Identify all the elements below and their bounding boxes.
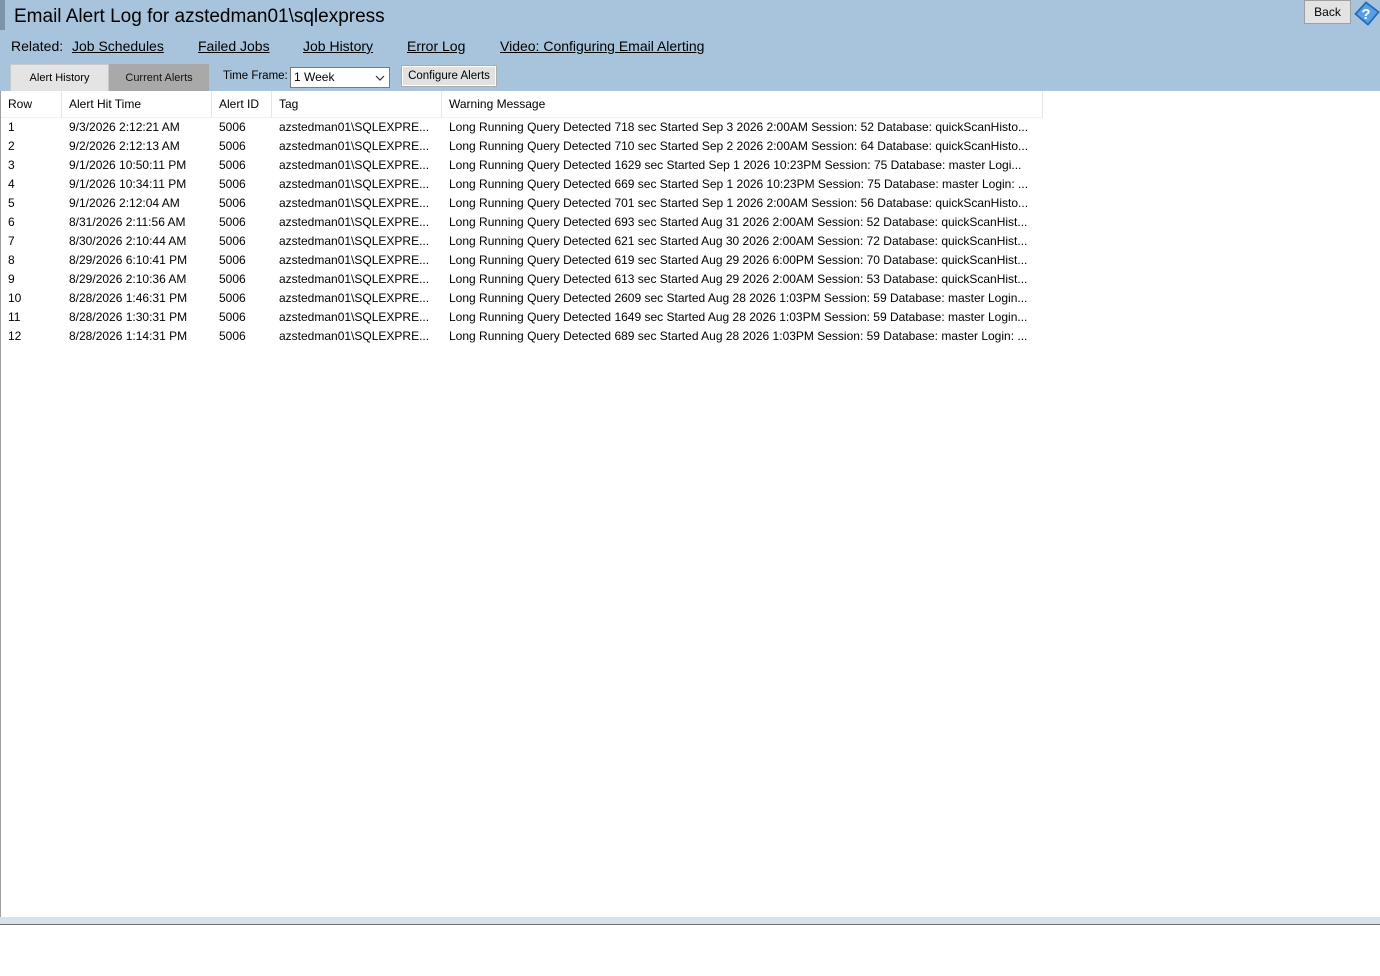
column-header-alert-hit-time[interactable]: Alert Hit Time xyxy=(62,91,212,118)
tag-cell: azstedman01\SQLEXPRE... xyxy=(279,139,430,153)
row-number-cell: 10 xyxy=(8,291,22,305)
warning-message-cell: Long Running Query Detected 1629 sec Sta… xyxy=(449,158,1022,172)
link-error-log[interactable]: Error Log xyxy=(407,38,465,54)
link-job-history[interactable]: Job History xyxy=(303,38,373,54)
warning-message-cell: Long Running Query Detected 2609 sec Sta… xyxy=(449,291,1028,305)
table-row[interactable]: 10 8/28/2026 1:46:31 PM 5006 azstedman01\SQ… xyxy=(1,289,1043,308)
warning-message-cell: Long Running Query Detected 693 sec Star… xyxy=(449,215,1028,229)
row-number-cell: 12 xyxy=(8,329,22,343)
help-question-icon[interactable]: ? xyxy=(1352,0,1380,26)
alert-id-cell: 5006 xyxy=(219,253,246,267)
tag-cell: azstedman01\SQLEXPRE... xyxy=(279,310,430,324)
column-header-warning-message[interactable]: Warning Message xyxy=(442,91,1043,118)
alert-hit-time-cell: 9/3/2026 2:12:21 AM xyxy=(69,120,180,134)
alert-hit-time-cell: 8/30/2026 2:10:44 AM xyxy=(69,234,187,248)
page-title: Email Alert Log for azstedman01\sqlexpre… xyxy=(14,6,385,27)
warning-message-cell: Long Running Query Detected 613 sec Star… xyxy=(449,272,1028,286)
table-row[interactable]: 1 9/3/2026 2:12:21 AM 5006 azstedman01\SQLE… xyxy=(1,118,1043,137)
alert-hit-time-cell: 9/1/2026 10:50:11 PM xyxy=(69,158,187,172)
time-frame-label: Time Frame: xyxy=(223,70,288,82)
alert-id-cell: 5006 xyxy=(219,291,246,305)
warning-message-cell: Long Running Query Detected 619 sec Star… xyxy=(449,253,1028,267)
alert-hit-time-cell: 8/28/2026 1:46:31 PM xyxy=(69,291,188,305)
row-number-cell: 3 xyxy=(8,158,15,172)
tag-cell: azstedman01\SQLEXPRE... xyxy=(279,215,430,229)
tag-cell: azstedman01\SQLEXPRE... xyxy=(279,120,430,134)
warning-message-cell: Long Running Query Detected 669 sec Star… xyxy=(449,177,1029,191)
warning-message-cell: Long Running Query Detected 710 sec Star… xyxy=(449,139,1029,153)
link-video-email-alerting[interactable]: Video: Configuring Email Alerting xyxy=(500,38,704,54)
alert-id-cell: 5006 xyxy=(219,234,246,248)
alert-id-cell: 5006 xyxy=(219,158,246,172)
table-row[interactable]: 11 8/28/2026 1:30:31 PM 5006 azstedman01\SQ… xyxy=(1,308,1043,327)
tag-cell: azstedman01\SQLEXPRE... xyxy=(279,329,430,343)
table-row[interactable]: 8 8/29/2026 6:10:41 PM 5006 azstedman01\SQL… xyxy=(1,251,1043,270)
alert-id-cell: 5006 xyxy=(219,177,246,191)
tag-cell: azstedman01\SQLEXPRE... xyxy=(279,253,430,267)
tag-cell: azstedman01\SQLEXPRE... xyxy=(279,291,430,305)
svg-text:?: ? xyxy=(1361,6,1370,23)
tag-cell: azstedman01\SQLEXPRE... xyxy=(279,272,430,286)
column-header-row[interactable]: Row xyxy=(1,91,62,118)
tag-cell: azstedman01\SQLEXPRE... xyxy=(279,196,430,210)
table-row[interactable]: 12 8/28/2026 1:14:31 PM 5006 azstedman01\SQ… xyxy=(1,327,1043,346)
alert-hit-time-cell: 9/2/2026 2:12:13 AM xyxy=(69,139,180,153)
title-accent-bar xyxy=(0,0,5,30)
table-row[interactable]: 3 9/1/2026 10:50:11 PM 5006 azstedman01\SQL… xyxy=(1,156,1043,175)
row-number-cell: 7 xyxy=(8,234,15,248)
alert-hit-time-cell: 8/31/2026 2:11:56 AM xyxy=(69,215,186,229)
table-row[interactable]: 6 8/31/2026 2:11:56 AM 5006 azstedman01\SQL… xyxy=(1,213,1043,232)
column-header-alert-id[interactable]: Alert ID xyxy=(212,91,272,118)
table-row[interactable]: 4 9/1/2026 10:34:11 PM 5006 azstedman01\SQL… xyxy=(1,175,1043,194)
warning-message-cell: Long Running Query Detected 689 sec Star… xyxy=(449,329,1028,343)
alert-log-grid[interactable]: Row Alert Hit Time Alert ID Tag Warning … xyxy=(0,91,1380,917)
chevron-down-icon xyxy=(375,75,385,81)
row-number-cell: 1 xyxy=(8,120,15,134)
alert-id-cell: 5006 xyxy=(219,310,246,324)
link-job-schedules[interactable]: Job Schedules xyxy=(72,38,164,54)
row-number-cell: 8 xyxy=(8,253,15,267)
alert-id-cell: 5006 xyxy=(219,196,246,210)
warning-message-cell: Long Running Query Detected 718 sec Star… xyxy=(449,120,1029,134)
back-button[interactable]: Back xyxy=(1304,0,1351,24)
alert-id-cell: 5006 xyxy=(219,329,246,343)
related-label: Related: xyxy=(11,38,64,54)
row-number-cell: 4 xyxy=(8,177,15,191)
table-row[interactable]: 7 8/30/2026 2:10:44 AM 5006 azstedman01\SQL… xyxy=(1,232,1043,251)
header-panel: Email Alert Log for azstedman01\sqlexpre… xyxy=(0,0,1380,91)
row-number-cell: 2 xyxy=(8,139,15,153)
time-frame-value: 1 Week xyxy=(294,70,335,84)
alert-id-cell: 5006 xyxy=(219,139,246,153)
tag-cell: azstedman01\SQLEXPRE... xyxy=(279,177,430,191)
warning-message-cell: Long Running Query Detected 1649 sec Sta… xyxy=(449,310,1028,324)
bottom-status-strip xyxy=(0,917,1380,924)
alert-id-cell: 5006 xyxy=(219,215,246,229)
row-number-cell: 5 xyxy=(8,196,15,210)
tag-cell: azstedman01\SQLEXPRE... xyxy=(279,158,430,172)
alert-hit-time-cell: 8/28/2026 1:14:31 PM xyxy=(69,329,188,343)
table-row[interactable]: 5 9/1/2026 2:12:04 AM 5006 azstedman01\SQLE… xyxy=(1,194,1043,213)
link-failed-jobs[interactable]: Failed Jobs xyxy=(198,38,270,54)
alert-id-cell: 5006 xyxy=(219,272,246,286)
time-frame-select[interactable]: 1 Week xyxy=(290,67,390,88)
row-number-cell: 11 xyxy=(8,310,21,324)
table-row[interactable]: 9 8/29/2026 2:10:36 AM 5006 azstedman01\SQL… xyxy=(1,270,1043,289)
alert-id-cell: 5006 xyxy=(219,120,246,134)
alert-hit-time-cell: 9/1/2026 2:12:04 AM xyxy=(69,196,180,210)
tab-alert-history[interactable]: Alert History xyxy=(10,64,109,91)
row-number-cell: 9 xyxy=(8,272,15,286)
configure-alerts-button[interactable]: Configure Alerts xyxy=(401,65,497,87)
alert-hit-time-cell: 8/28/2026 1:30:31 PM xyxy=(69,310,188,324)
bottom-divider xyxy=(0,924,1380,925)
table-row[interactable]: 2 9/2/2026 2:12:13 AM 5006 azstedman01\SQLE… xyxy=(1,137,1043,156)
alert-hit-time-cell: 8/29/2026 2:10:36 AM xyxy=(69,272,187,286)
warning-message-cell: Long Running Query Detected 621 sec Star… xyxy=(449,234,1028,248)
alert-hit-time-cell: 9/1/2026 10:34:11 PM xyxy=(69,177,187,191)
warning-message-cell: Long Running Query Detected 701 sec Star… xyxy=(449,196,1029,210)
row-number-cell: 6 xyxy=(8,215,15,229)
alert-hit-time-cell: 8/29/2026 6:10:41 PM xyxy=(69,253,188,267)
tag-cell: azstedman01\SQLEXPRE... xyxy=(279,234,430,248)
tab-current-alerts[interactable]: Current Alerts xyxy=(109,64,209,91)
column-header-tag[interactable]: Tag xyxy=(272,91,442,118)
